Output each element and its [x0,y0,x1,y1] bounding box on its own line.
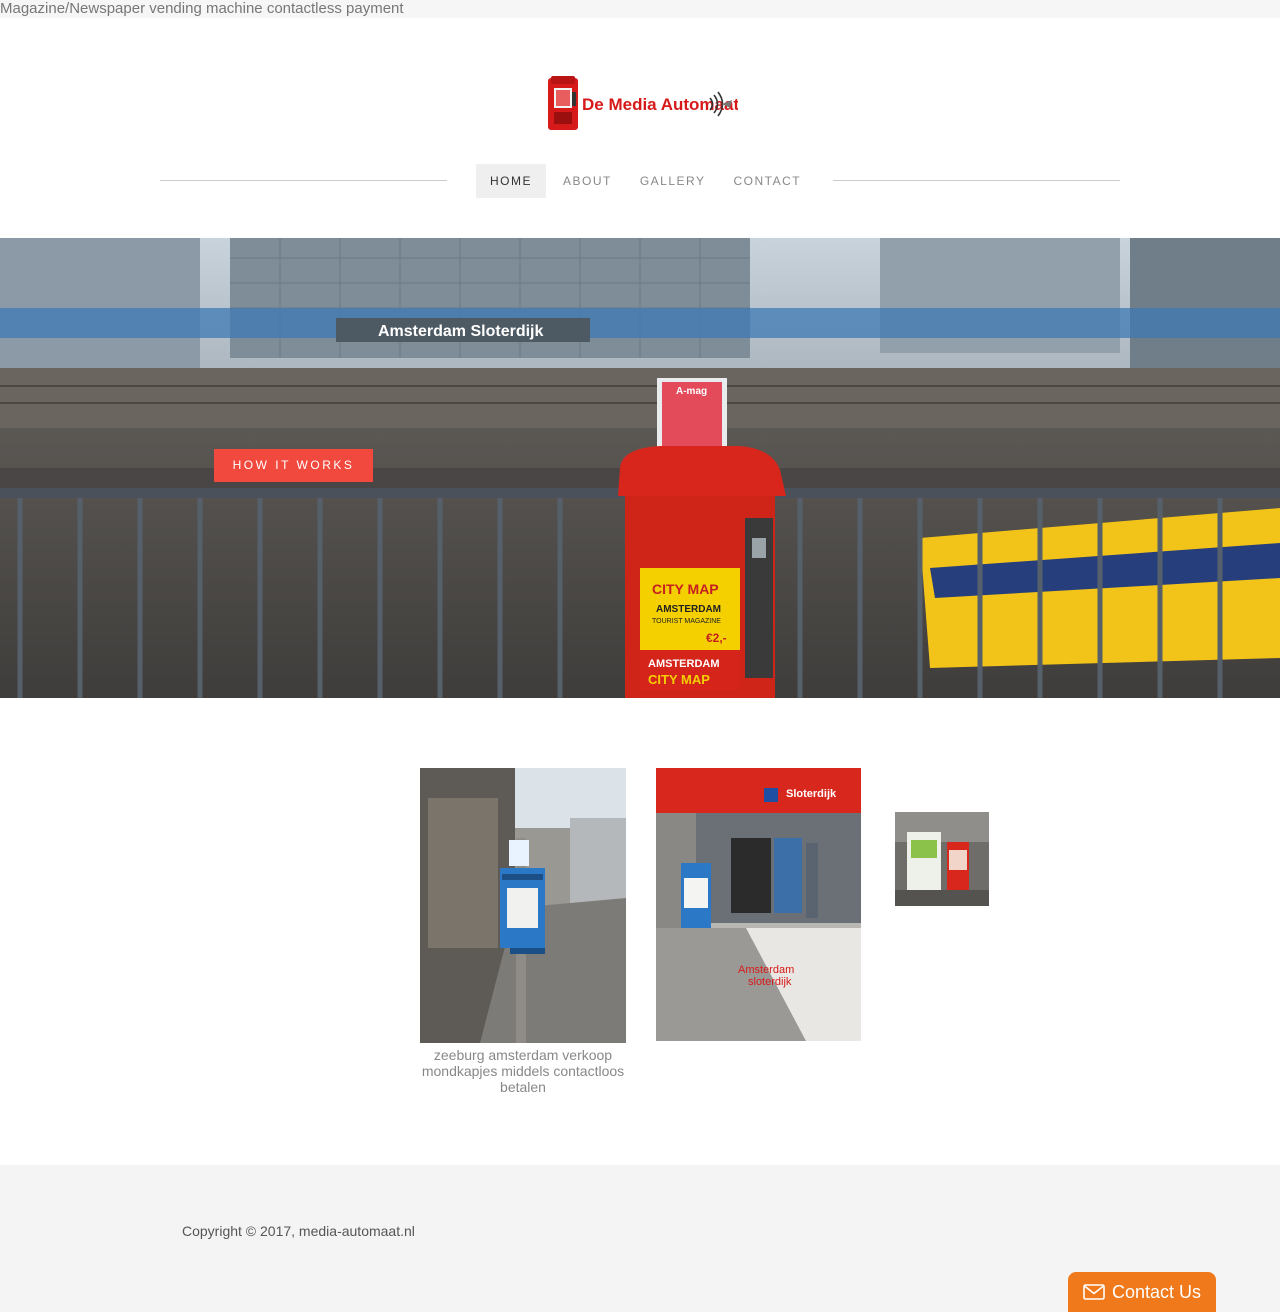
gallery-photo-2: Sloterdijk Amsterdam sloterdijk [656,768,861,1041]
site-tagline: Magazine/Newspaper vending machine conta… [0,0,404,17]
overlay-text-1: Amsterdam [738,964,794,976]
site-logo[interactable]: De Media Automaat [546,74,739,134]
machine-sign-5: CITY MAP [648,672,710,687]
nav-item-gallery[interactable]: GALLERY [626,164,720,198]
main-nav: HOME ABOUT GALLERY CONTACT [476,164,815,198]
how-it-works-button[interactable]: HOW IT WORKS [214,449,373,482]
overlay-text-2: sloterdijk [748,976,792,988]
contact-us-label: Contact Us [1112,1281,1202,1302]
contact-us-button[interactable]: Contact Us [1068,1272,1216,1312]
gallery-image-thumb[interactable] [895,812,989,906]
machine-sign-1: CITY MAP [652,581,719,597]
nav-item-about[interactable]: ABOUT [549,164,626,198]
machine-sign-4: AMSTERDAM [648,658,720,670]
station-sign: Amsterdam Sloterdijk [378,323,543,340]
nav-item-contact[interactable]: CONTACT [720,164,816,198]
hero-banner: Amsterdam Sloterdijk A-mag CITY MAP AMST… [0,238,1280,698]
machine-price: €2,- [706,631,727,645]
gallery-photo-1 [420,768,626,1043]
machine-sign-3: TOURIST MAGAZINE [652,618,721,625]
gallery-photo-3 [895,812,989,906]
gallery-caption: zeeburg amsterdam verkoop mondkapjes mid… [421,1047,625,1095]
hero-photo: Amsterdam Sloterdijk A-mag CITY MAP AMST… [0,238,1280,698]
nav-divider-left [160,180,447,181]
station-sign-small: Sloterdijk [786,788,837,800]
gallery-image-zeeburg[interactable] [420,768,626,1043]
nav-item-home[interactable]: HOME [476,164,546,198]
logo-graphic: De Media Automaat [548,76,739,130]
magazine-title: A-mag [676,386,707,397]
top-bar: Magazine/Newspaper vending machine conta… [0,0,1280,18]
envelope-icon [1083,1284,1105,1300]
machine-sign-2: AMSTERDAM [656,604,721,615]
nav-divider-right [833,180,1120,181]
copyright-text: Copyright © 2017, media-automaat.nl [182,1223,415,1239]
gallery-image-sloterdijk[interactable]: Sloterdijk Amsterdam sloterdijk [656,768,861,1041]
